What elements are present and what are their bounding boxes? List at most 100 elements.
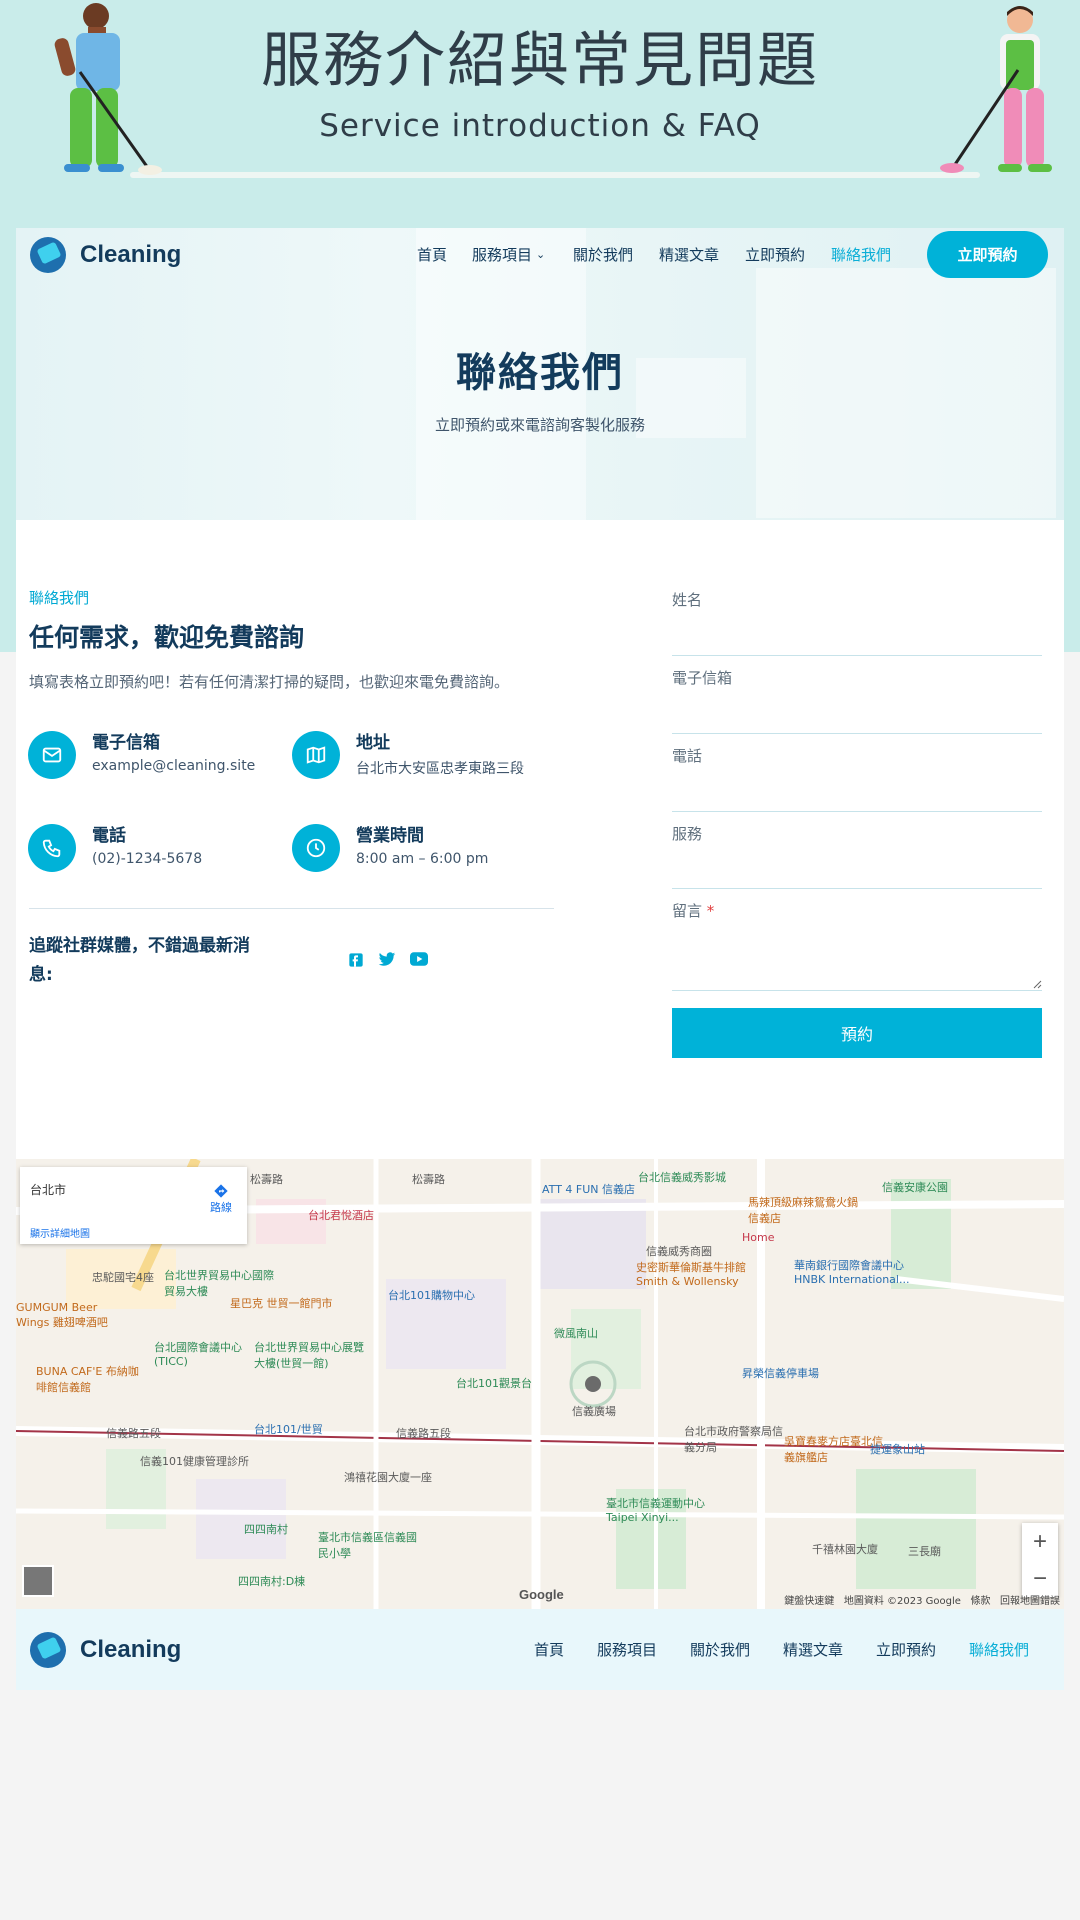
report-error-link[interactable]: 回報地圖錯誤: [1000, 1596, 1060, 1607]
footer-nav-services[interactable]: 服務項目: [597, 1639, 690, 1660]
map-label: 星巴克 世貿一館門市: [230, 1297, 333, 1310]
hero-title: 聯絡我們: [456, 350, 624, 396]
footer-nav-home[interactable]: 首頁: [534, 1639, 597, 1660]
map-label: 松壽路: [412, 1173, 445, 1186]
map-label: 台北市政府警察局信義分局: [684, 1425, 783, 1454]
footer-nav: 首頁 服務項目 關於我們 精選文章 立即預約 聯絡我們: [534, 1639, 1039, 1660]
keyboard-shortcuts-link[interactable]: 鍵盤快速鍵: [784, 1596, 834, 1607]
main-nav: 首頁 服務項目 ⌄ 關於我們 精選文章 立即預約 聯絡我們: [417, 244, 917, 265]
contact-email: 電子信箱 example@cleaning.site: [28, 731, 255, 779]
map-label: 四四南村: [244, 1523, 288, 1536]
map-label: 忠駝國宅4座: [92, 1271, 154, 1284]
map-label: 信義安康公園: [882, 1181, 948, 1194]
facebook-icon[interactable]: [348, 952, 364, 968]
map-label: 吳寶春麥方店臺北信義旗艦店: [784, 1435, 883, 1464]
contact-hours-label: 營業時間: [356, 826, 424, 846]
map-label: GUMGUM Beer Wings 雞翅啤酒吧: [16, 1301, 108, 1329]
book-now-button[interactable]: 立即預約: [927, 231, 1048, 278]
embedded-map[interactable]: 松壽路 松壽路 ATT 4 FUN 信義店 台北信義威秀影城 馬辣頂級麻辣鴛鴦火…: [16, 1159, 1064, 1609]
terms-link[interactable]: 條款: [970, 1596, 990, 1607]
map-data-credit: 地圖資料 ©2023 Google: [843, 1596, 961, 1607]
contact-address: 地址 台北市大安區忠孝東路三段: [292, 731, 524, 779]
clock-icon: [292, 824, 340, 872]
footer-nav-booking[interactable]: 立即預約: [876, 1639, 969, 1660]
hero-subtitle: 立即預約或來電諮詢客製化服務: [434, 416, 645, 434]
email-input[interactable]: [672, 688, 1042, 722]
section-divider: [29, 908, 554, 909]
nav-item-booking[interactable]: 立即預約: [745, 244, 831, 265]
contact-address-value: 台北市大安區忠孝東路三段: [356, 761, 524, 777]
section-description: 填寫表格立即預約吧！若有任何清潔打掃的疑問，也歡迎來電免費諮詢。: [29, 673, 510, 691]
map-label: Home: [742, 1231, 775, 1244]
logo-icon: [30, 237, 66, 273]
site-logo[interactable]: Cleaning: [30, 237, 181, 273]
logo-icon: [30, 1632, 66, 1668]
youtube-icon[interactable]: [410, 952, 428, 968]
directions-label: 路線: [210, 1201, 232, 1214]
submit-button[interactable]: 預約: [672, 1008, 1042, 1058]
view-larger-map-link[interactable]: 顯示詳細地圖: [30, 1225, 90, 1240]
contact-hours: 營業時間 8:00 am – 6:00 pm: [292, 824, 488, 872]
footer-logo[interactable]: Cleaning: [30, 1632, 181, 1668]
map-label: 千禧林園大廈: [812, 1543, 878, 1556]
nav-item-articles[interactable]: 精選文章: [659, 244, 745, 265]
map-label: 信義路五段: [106, 1427, 161, 1440]
name-field: 姓名: [672, 589, 1042, 656]
message-field: 留言 *: [672, 900, 1042, 991]
footer-logo-text: Cleaning: [80, 1636, 182, 1663]
main-card: Cleaning 首頁 服務項目 ⌄ 關於我們 精選文章 立即預約 聯絡我們 立即…: [16, 228, 1064, 1690]
map-icon: [292, 731, 340, 779]
nav-item-contact[interactable]: 聯絡我們: [831, 244, 917, 265]
map-label: 信義101健康管理診所: [140, 1455, 249, 1468]
cleaner-illustration-right: [940, 6, 1052, 173]
map-label: 信義威秀商圈: [646, 1245, 712, 1258]
map-label: 信義路五段: [396, 1427, 451, 1440]
map-label: 信義廣場: [572, 1405, 616, 1418]
contact-phone-value[interactable]: (02)-1234-5678: [92, 851, 202, 867]
resize-handle-icon[interactable]: [1032, 979, 1042, 989]
contact-hours-value: 8:00 am – 6:00 pm: [356, 851, 489, 867]
footer-nav-contact[interactable]: 聯絡我們: [969, 1639, 1039, 1660]
map-label: 台北世界貿易中心展覽大樓(世貿一館): [254, 1341, 364, 1370]
section-eyebrow: 聯絡我們: [29, 589, 90, 607]
name-label: 姓名: [672, 591, 703, 609]
nav-item-services-label: 服務項目: [472, 246, 533, 264]
nav-item-services[interactable]: 服務項目 ⌄: [472, 244, 573, 265]
required-mark: *: [706, 902, 715, 920]
nav-item-about[interactable]: 關於我們: [573, 244, 659, 265]
service-input[interactable]: [672, 844, 1042, 878]
map-layer-thumbnail[interactable]: [22, 1565, 54, 1597]
map-label: 華南銀行國際會議中心 HNBK International...: [794, 1259, 910, 1286]
footer-nav-about[interactable]: 關於我們: [690, 1639, 783, 1660]
service-label: 服務: [672, 825, 703, 843]
message-textarea[interactable]: [672, 921, 1042, 979]
google-logo: Google: [519, 1587, 564, 1602]
directions-button[interactable]: 路線: [210, 1183, 232, 1215]
service-field: 服務: [672, 823, 1042, 889]
map-label: 三長廟: [908, 1545, 941, 1558]
map-label: 昇榮信義停車場: [742, 1367, 819, 1380]
map-place-name: 台北市: [30, 1183, 67, 1197]
map-label: BUNA CAF'E 布納咖啡館信義館: [36, 1365, 139, 1394]
contact-email-value[interactable]: example@cleaning.site: [92, 758, 255, 774]
twitter-icon[interactable]: [378, 952, 396, 968]
floor-line: [130, 172, 980, 178]
social-links: [348, 952, 442, 968]
map-label: 台北國際會議中心(TICC): [154, 1341, 242, 1368]
phone-input[interactable]: [672, 766, 1042, 800]
message-label: 留言 *: [672, 902, 714, 920]
map-info-card: 台北市 路線 顯示詳細地圖: [20, 1167, 247, 1244]
map-label: 臺北市信義運動中心 Taipei Xinyi...: [606, 1497, 705, 1524]
footer-nav-articles[interactable]: 精選文章: [783, 1639, 876, 1660]
map-label: 四四南村:D棟: [238, 1575, 306, 1588]
social-title: 追蹤社群媒體，不錯過最新消息:: [29, 936, 250, 985]
map-label: 台北君悅酒店: [308, 1209, 374, 1222]
map-label: 馬辣頂級麻辣鴛鴦火鍋信義店: [748, 1196, 858, 1225]
map-label: 台北101觀景台: [456, 1377, 532, 1390]
contact-phone: 電話 (02)-1234-5678: [28, 824, 202, 872]
nav-item-home[interactable]: 首頁: [417, 244, 472, 265]
hero-section: Cleaning 首頁 服務項目 ⌄ 關於我們 精選文章 立即預約 聯絡我們 立即…: [16, 228, 1064, 520]
zoom-in-button[interactable]: +: [1022, 1523, 1058, 1560]
map-label: 微風南山: [554, 1327, 598, 1340]
name-input[interactable]: [672, 610, 1042, 644]
